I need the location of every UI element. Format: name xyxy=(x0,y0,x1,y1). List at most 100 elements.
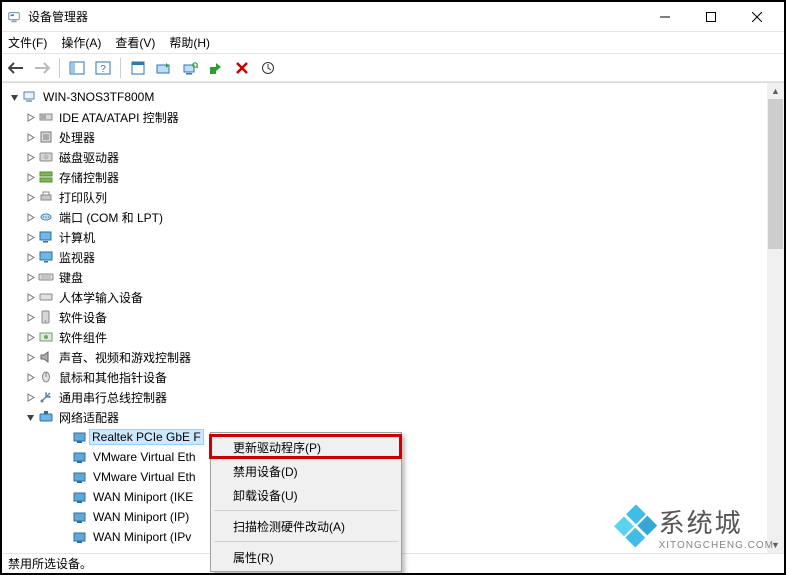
ide-icon xyxy=(38,109,54,125)
context-menu-item-0[interactable]: 更新驱动程序(P) xyxy=(213,435,399,459)
uninstall-device-toolbar-button[interactable] xyxy=(256,56,280,80)
titlebar: 设备管理器 xyxy=(2,2,784,32)
context-menu-item-6[interactable]: 属性(R) xyxy=(213,545,399,569)
enable-device-toolbar-button[interactable] xyxy=(204,56,228,80)
hid-icon xyxy=(38,289,54,305)
expander-placeholder xyxy=(58,431,70,443)
tree-category-cpu[interactable]: 处理器 xyxy=(2,127,784,147)
tree-item-label: Realtek PCIe GbE F xyxy=(89,429,204,445)
update-driver-toolbar-button[interactable] xyxy=(152,56,176,80)
menu-help[interactable]: 帮助(H) xyxy=(169,34,210,51)
tree-item-label: VMware Virtual Eth xyxy=(92,470,197,484)
show-hide-console-tree-button[interactable] xyxy=(65,56,89,80)
tree-item-label: 处理器 xyxy=(58,129,96,146)
tree-category-disk[interactable]: 磁盘驱动器 xyxy=(2,147,784,167)
expander-placeholder xyxy=(58,451,70,463)
tree-category-component[interactable]: 软件组件 xyxy=(2,327,784,347)
software-icon xyxy=(38,309,54,325)
tree-category-keyboard[interactable]: 键盘 xyxy=(2,267,784,287)
expand-icon[interactable] xyxy=(24,131,36,143)
tree-category-network[interactable]: 网络适配器 xyxy=(2,407,784,427)
tree-category-usb[interactable]: 通用串行总线控制器 xyxy=(2,387,784,407)
forward-button[interactable] xyxy=(30,56,54,80)
vertical-scrollbar[interactable]: ▲ ▼ xyxy=(767,83,784,553)
tree-item-label: 打印队列 xyxy=(58,189,108,206)
expand-icon[interactable] xyxy=(24,371,36,383)
menu-view[interactable]: 查看(V) xyxy=(115,34,155,51)
tree-category-sound[interactable]: 声音、视频和游戏控制器 xyxy=(2,347,784,367)
menu-action[interactable]: 操作(A) xyxy=(61,34,101,51)
expand-icon[interactable] xyxy=(24,231,36,243)
expand-icon[interactable] xyxy=(24,251,36,263)
scroll-up-icon[interactable]: ▲ xyxy=(767,83,784,99)
tree-item-label: 软件设备 xyxy=(58,309,108,326)
back-button[interactable] xyxy=(4,56,28,80)
tree-item-label: 键盘 xyxy=(58,269,84,286)
nic-icon xyxy=(72,529,88,545)
scrollbar-thumb[interactable] xyxy=(768,99,783,249)
expand-icon[interactable] xyxy=(24,391,36,403)
tree-category-mouse[interactable]: 鼠标和其他指针设备 xyxy=(2,367,784,387)
keyboard-icon xyxy=(38,269,54,285)
tree-category-ide[interactable]: IDE ATA/ATAPI 控制器 xyxy=(2,107,784,127)
maximize-button[interactable] xyxy=(688,3,734,31)
expand-icon[interactable] xyxy=(24,171,36,183)
tree-item-label: 计算机 xyxy=(58,229,96,246)
expand-icon[interactable] xyxy=(24,111,36,123)
minimize-button[interactable] xyxy=(642,3,688,31)
tree-item-label: 网络适配器 xyxy=(58,409,120,426)
expand-icon[interactable] xyxy=(24,291,36,303)
toolbar-separator xyxy=(120,58,121,78)
menu-file[interactable]: 文件(F) xyxy=(8,34,47,51)
nic-icon xyxy=(72,429,88,445)
tree-category-port[interactable]: 端口 (COM 和 LPT) xyxy=(2,207,784,227)
expand-icon[interactable] xyxy=(24,191,36,203)
tree-item-label: 端口 (COM 和 LPT) xyxy=(58,209,164,226)
expand-icon[interactable] xyxy=(24,271,36,283)
context-menu-separator xyxy=(214,541,398,542)
expander-placeholder xyxy=(58,511,70,523)
expand-icon[interactable] xyxy=(24,351,36,363)
scan-hardware-toolbar-button[interactable] xyxy=(178,56,202,80)
disable-device-toolbar-button[interactable] xyxy=(230,56,254,80)
cpu-icon xyxy=(38,129,54,145)
tree-item-label: 声音、视频和游戏控制器 xyxy=(58,349,192,366)
tree-item-label: 通用串行总线控制器 xyxy=(58,389,168,406)
context-menu-item-2[interactable]: 卸载设备(U) xyxy=(213,483,399,507)
toolbar: ? xyxy=(2,54,784,82)
context-menu-item-4[interactable]: 扫描检测硬件改动(A) xyxy=(213,514,399,538)
tree-category-computer[interactable]: 计算机 xyxy=(2,227,784,247)
tree-item-label: 存储控制器 xyxy=(58,169,120,186)
context-menu-item-1[interactable]: 禁用设备(D) xyxy=(213,459,399,483)
tree-item-label: 人体学输入设备 xyxy=(58,289,144,306)
close-button[interactable] xyxy=(734,3,780,31)
computer-icon xyxy=(38,229,54,245)
tree-category-printer[interactable]: 打印队列 xyxy=(2,187,784,207)
properties-toolbar-button[interactable] xyxy=(126,56,150,80)
window-buttons xyxy=(642,3,780,31)
app-icon xyxy=(6,9,22,25)
expand-icon[interactable] xyxy=(24,331,36,343)
tree-root-node[interactable]: WIN-3NOS3TF800M xyxy=(2,87,784,107)
printer-icon xyxy=(38,189,54,205)
nic-icon xyxy=(72,489,88,505)
tree-item-label: IDE ATA/ATAPI 控制器 xyxy=(58,109,180,126)
context-menu[interactable]: 更新驱动程序(P)禁用设备(D)卸载设备(U) 扫描检测硬件改动(A) 属性(R) xyxy=(210,432,402,572)
tree-category-software[interactable]: 软件设备 xyxy=(2,307,784,327)
collapse-icon[interactable] xyxy=(8,91,20,103)
nic-icon xyxy=(72,449,88,465)
tree-category-storage[interactable]: 存储控制器 xyxy=(2,167,784,187)
tree-item-label: 磁盘驱动器 xyxy=(58,149,120,166)
expand-icon[interactable] xyxy=(24,151,36,163)
tree-category-hid[interactable]: 人体学输入设备 xyxy=(2,287,784,307)
nic-icon xyxy=(72,469,88,485)
tree-category-monitor[interactable]: 监视器 xyxy=(2,247,784,267)
monitor-icon xyxy=(38,249,54,265)
scroll-down-icon[interactable]: ▼ xyxy=(767,537,784,553)
collapse-icon[interactable] xyxy=(24,411,36,423)
help-toolbar-button[interactable]: ? xyxy=(91,56,115,80)
tree-item-label: WAN Miniport (IPv xyxy=(92,530,192,544)
status-text: 禁用所选设备。 xyxy=(8,555,92,572)
expand-icon[interactable] xyxy=(24,311,36,323)
expand-icon[interactable] xyxy=(24,211,36,223)
